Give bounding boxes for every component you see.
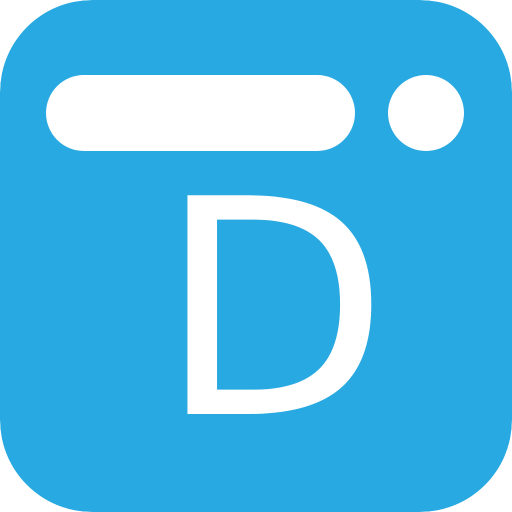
status-dot-shape [388, 75, 464, 151]
app-icon[interactable]: D [0, 0, 512, 512]
app-icon-graphic: D [0, 0, 512, 512]
app-letter: D [158, 136, 389, 485]
